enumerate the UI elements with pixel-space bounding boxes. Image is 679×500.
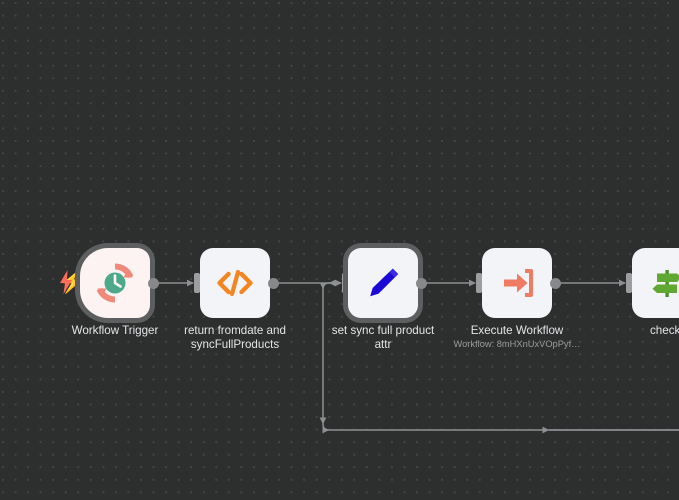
node-check-if-next[interactable]: check if next — [626, 248, 679, 337]
workflow-canvas[interactable]: ⚡ Workflow Trigger return fromdate and s… — [0, 0, 679, 500]
node-body[interactable] — [200, 248, 270, 318]
output-port[interactable] — [148, 277, 159, 289]
node-body[interactable] — [482, 248, 552, 318]
pencil-edit-icon — [370, 268, 399, 297]
node-label: return fromdate and syncFullProducts — [184, 324, 286, 351]
node-return-fromdate[interactable]: return fromdate and syncFullProducts — [184, 248, 286, 351]
node-body[interactable] — [80, 248, 150, 318]
node-label: Execute Workflow — [470, 324, 564, 337]
node-label: check if next — [650, 324, 679, 337]
node-set-sync-full-product-attr[interactable]: set sync full product attr — [332, 248, 434, 351]
output-port[interactable] — [550, 277, 561, 289]
node-body[interactable] — [348, 248, 418, 318]
output-port[interactable] — [268, 277, 279, 289]
node-body[interactable] — [632, 248, 679, 318]
signpost-switch-icon — [652, 270, 679, 297]
execute-workflow-arrow-icon — [504, 269, 533, 297]
schedule-clock-icon — [96, 263, 134, 303]
node-sublabel: Workflow: 8mHXnUxVOpPyf… — [453, 339, 581, 349]
code-icon — [217, 269, 253, 297]
node-workflow-trigger[interactable]: ⚡ Workflow Trigger — [59, 248, 159, 337]
output-port[interactable] — [416, 277, 427, 289]
trigger-bolt-icon: ⚡ — [59, 269, 87, 294]
node-execute-workflow[interactable]: Execute Workflow Workflow: 8mHXnUxVOpPyf… — [454, 248, 580, 349]
